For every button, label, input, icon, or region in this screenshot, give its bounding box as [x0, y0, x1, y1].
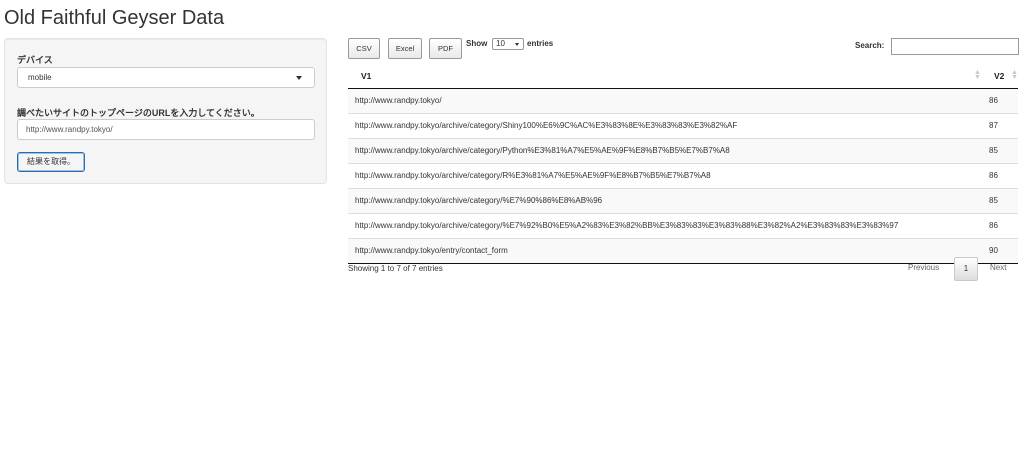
- sidebar-panel: デバイス mobile 調べたいサイトのトップページのURLを入力してください。…: [4, 38, 327, 184]
- device-select[interactable]: mobile: [17, 67, 315, 88]
- cell-v1: http://www.randpy.tokyo/archive/category…: [355, 196, 603, 205]
- table-row: http://www.randpy.tokyo/ 86: [348, 89, 1018, 113]
- cell-v1: http://www.randpy.tokyo/archive/category…: [355, 146, 730, 155]
- cell-v1: http://www.randpy.tokyo/archive/category…: [355, 171, 711, 180]
- sort-icon[interactable]: ▲ ▼: [1011, 69, 1018, 81]
- fetch-results-button[interactable]: 結果を取得。: [17, 152, 85, 172]
- csv-button[interactable]: CSV: [348, 38, 380, 59]
- cell-v1: http://www.randpy.tokyo/archive/category…: [355, 221, 899, 230]
- cell-v2: 86: [989, 221, 998, 230]
- search-input[interactable]: [891, 38, 1019, 55]
- device-label: デバイス: [17, 55, 53, 65]
- next-page-button[interactable]: Next: [990, 263, 1006, 272]
- sort-icon[interactable]: ▲ ▼: [974, 69, 981, 81]
- table-row: http://www.randpy.tokyo/archive/category…: [348, 138, 1018, 163]
- url-label: 調べたいサイトのトップページのURLを入力してください。: [17, 108, 260, 118]
- previous-page-button[interactable]: Previous: [908, 263, 939, 272]
- page-length-select[interactable]: 10: [492, 38, 524, 50]
- show-label: Show: [466, 39, 488, 48]
- page-length-value: 10: [496, 39, 505, 48]
- device-select-value: mobile: [28, 73, 52, 82]
- cell-v1: http://www.randpy.tokyo/entry/contact_fo…: [355, 246, 508, 255]
- results-table: V1 ▲ ▼ V2 ▲ ▼ http://www.randpy.tokyo/ 86 …: [348, 64, 1018, 264]
- cell-v1: http://www.randpy.tokyo/: [355, 96, 442, 105]
- cell-v2: 87: [989, 121, 998, 130]
- entries-label: entries: [527, 39, 554, 48]
- caret-down-icon: [296, 76, 302, 80]
- cell-v2: 85: [989, 146, 998, 155]
- search-label: Search:: [855, 41, 885, 50]
- cell-v2: 85: [989, 196, 998, 205]
- column-header-v2[interactable]: V2: [994, 71, 1004, 81]
- pdf-button[interactable]: PDF: [429, 38, 462, 59]
- caret-down-icon: [515, 43, 519, 46]
- table-row: http://www.randpy.tokyo/archive/category…: [348, 213, 1018, 238]
- page-title: Old Faithful Geyser Data: [4, 7, 225, 29]
- table-info: Showing 1 to 7 of 7 entries: [348, 264, 443, 273]
- page-1-button[interactable]: 1: [954, 257, 978, 281]
- excel-button[interactable]: Excel: [388, 38, 422, 59]
- column-header-v1[interactable]: V1: [361, 71, 371, 81]
- table-row: http://www.randpy.tokyo/entry/contact_fo…: [348, 238, 1018, 263]
- url-input[interactable]: [17, 119, 315, 140]
- cell-v2: 86: [989, 171, 998, 180]
- cell-v1: http://www.randpy.tokyo/archive/category…: [355, 121, 738, 130]
- table-row: http://www.randpy.tokyo/archive/category…: [348, 113, 1018, 138]
- table-row: http://www.randpy.tokyo/archive/category…: [348, 188, 1018, 213]
- cell-v2: 90: [989, 246, 998, 255]
- table-header: V1 ▲ ▼ V2 ▲ ▼: [348, 64, 1018, 89]
- table-row: http://www.randpy.tokyo/archive/category…: [348, 163, 1018, 188]
- cell-v2: 86: [989, 96, 998, 105]
